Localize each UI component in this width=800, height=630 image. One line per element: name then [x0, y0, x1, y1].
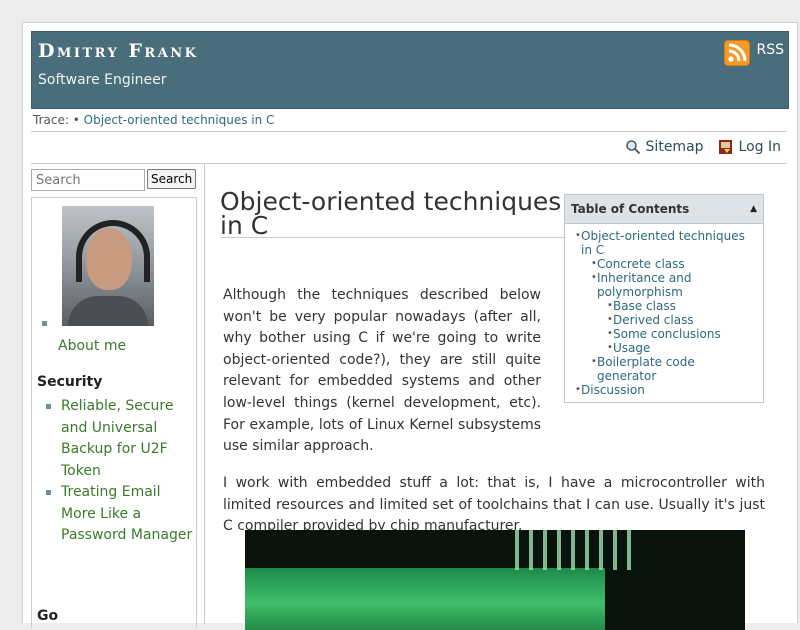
go-heading: Go — [37, 608, 59, 624]
sitemap-link[interactable]: Sitemap — [625, 139, 704, 155]
sitemap-icon — [625, 140, 640, 155]
toc-header[interactable]: Table of Contents ▲ — [565, 195, 763, 224]
article-paragraph: Although the techniques described below … — [223, 287, 541, 455]
breadcrumb-label: Trace: — [33, 113, 69, 127]
avatar[interactable] — [62, 206, 154, 326]
rss-icon[interactable] — [724, 40, 751, 66]
article-paragraph: I work with embedded stuff a lot: that i… — [223, 475, 765, 535]
bullet-icon — [46, 404, 51, 409]
site-title[interactable]: Dmitry Frank — [38, 40, 198, 62]
login-label[interactable]: Log In — [739, 139, 781, 155]
breadcrumb: Trace: • Object-oriented techniques in C — [33, 113, 274, 127]
divider — [31, 131, 787, 132]
login-icon — [718, 140, 732, 154]
toc-item[interactable]: • Boilerplate code generator — [573, 355, 757, 383]
title-underline — [220, 237, 564, 238]
page-title: Object-oriented techniques in C — [220, 187, 562, 240]
rss-link[interactable]: RSS — [724, 40, 784, 66]
login-link[interactable]: Log In — [718, 139, 781, 155]
toc-item[interactable]: • Derived class — [573, 313, 757, 327]
search-form: Search — [31, 169, 197, 191]
toc-item[interactable]: • Concrete class — [573, 257, 757, 271]
toc-item[interactable]: • Base class — [573, 299, 757, 313]
security-link-item[interactable]: Treating Email More Like a Password Mana… — [46, 482, 194, 547]
bullet-icon — [42, 321, 47, 326]
search-button[interactable]: Search — [147, 169, 197, 189]
sitemap-label[interactable]: Sitemap — [646, 139, 704, 155]
security-heading: Security — [37, 374, 103, 390]
breadcrumb-current[interactable]: Object-oriented techniques in C — [84, 113, 275, 127]
search-input[interactable] — [31, 169, 145, 191]
bullet-icon — [46, 490, 51, 495]
security-link[interactable]: Reliable, Secure and Universal Backup fo… — [61, 398, 174, 479]
rss-label[interactable]: RSS — [756, 42, 784, 58]
column-divider — [204, 164, 205, 624]
toc-item[interactable]: • Some conclusions — [573, 327, 757, 341]
toc-heading: Table of Contents — [571, 202, 690, 216]
site-subtitle: Software Engineer — [38, 72, 167, 88]
page: Dmitry Frank Software Engineer RSS Trace… — [22, 22, 798, 630]
security-link[interactable]: Treating Email More Like a Password Mana… — [61, 484, 192, 543]
site-header: Dmitry Frank Software Engineer RSS — [31, 31, 789, 109]
toc-item[interactable]: • Usage — [573, 341, 757, 355]
table-of-contents: Table of Contents ▲ • Object-oriented tec… — [564, 194, 764, 403]
breadcrumb-separator: • — [72, 113, 80, 127]
toc-item[interactable]: • Discussion — [573, 383, 757, 397]
security-links: Reliable, Secure and Universal Backup fo… — [46, 396, 194, 547]
toc-item[interactable]: • Inheritance and polymorphism — [573, 271, 757, 299]
collapse-triangle-icon[interactable]: ▲ — [750, 204, 757, 214]
security-link-item[interactable]: Reliable, Secure and Universal Backup fo… — [46, 396, 194, 482]
divider — [31, 163, 787, 164]
page-tools: Sitemap Log In — [625, 139, 781, 155]
toc-item[interactable]: • Object-oriented techniques in C — [573, 229, 757, 257]
article-image — [245, 530, 745, 630]
sidebar: About me Security Reliable, Secure and U… — [31, 197, 197, 628]
about-me-link[interactable]: About me — [58, 338, 126, 354]
toc-body: • Object-oriented techniques in C • Concre… — [565, 224, 763, 402]
